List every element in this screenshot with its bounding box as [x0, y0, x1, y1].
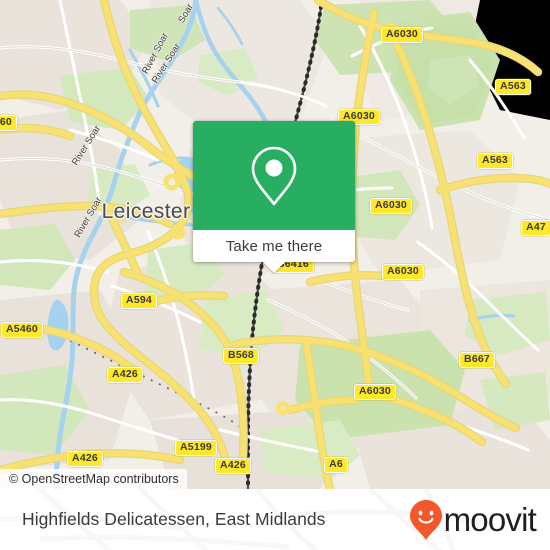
road-shield: A426	[67, 451, 103, 467]
city-label-leicester: Leicester	[101, 200, 191, 223]
bottom-title-bar: Highfields Delicatessen, East Midlands m…	[0, 489, 550, 550]
popup-image-placeholder	[193, 121, 355, 230]
road-shield: A426	[107, 367, 143, 383]
take-me-there-label: Take me there	[225, 237, 323, 255]
road-shield: A6030	[354, 384, 396, 400]
moovit-logo[interactable]: moovit	[409, 499, 537, 541]
road-shield: A426	[215, 458, 251, 474]
map-pin-icon	[251, 146, 297, 205]
road-shield: A6030	[381, 27, 423, 43]
road-shield: A594	[121, 293, 157, 309]
moovit-smiley-pin-icon	[409, 499, 442, 540]
popup-pointer-tail	[263, 262, 285, 273]
take-me-there-button[interactable]: Take me there	[193, 230, 355, 262]
road-shield: A6030	[382, 264, 424, 280]
road-shield: A5199	[175, 440, 217, 456]
moovit-map-screen: Soar River Soar River Soar River Soar Ri…	[0, 0, 550, 550]
map-canvas[interactable]: Soar River Soar River Soar River Soar Ri…	[0, 0, 550, 489]
road-shield: A6030	[370, 198, 412, 214]
place-title: Highfields Delicatessen, East Midlands	[22, 509, 326, 529]
road-shield: A6	[324, 457, 348, 473]
road-shield: A563	[495, 79, 531, 95]
road-shield: B667	[459, 352, 495, 368]
location-popup[interactable]: Take me there	[193, 121, 355, 273]
road-shield: A563	[477, 153, 513, 169]
moovit-wordmark: moovit	[443, 501, 537, 538]
map-attribution[interactable]: © OpenStreetMap contributors	[0, 469, 187, 489]
road-shield: B568	[223, 348, 259, 364]
road-shield: A47	[521, 220, 550, 236]
road-shield: A5460	[1, 322, 43, 338]
road-shield: A60	[0, 115, 17, 131]
